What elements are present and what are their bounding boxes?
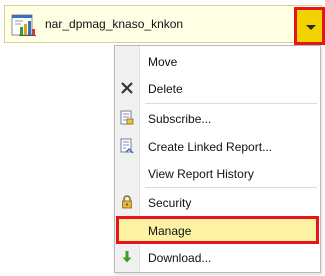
menu-separator xyxy=(145,187,317,188)
menu-item-delete[interactable]: Delete xyxy=(115,75,320,101)
menu-item-label: Download... xyxy=(148,251,212,265)
linked-report-icon xyxy=(120,138,134,154)
menu-item-download[interactable]: Download... xyxy=(115,244,320,270)
subscribe-icon xyxy=(120,110,134,126)
menu-item-security[interactable]: Security xyxy=(115,189,320,215)
report-item-bar[interactable]: nar_dpmag_knaso_knkon xyxy=(4,5,325,45)
menu-item-move[interactable]: Move xyxy=(115,48,320,74)
report-name[interactable]: nar_dpmag_knaso_knkon xyxy=(45,17,183,31)
menu-item-label: Move xyxy=(148,55,178,69)
lock-icon xyxy=(120,194,134,210)
menu-item-label: Create Linked Report... xyxy=(148,140,273,154)
item-menu-dropdown-button[interactable] xyxy=(294,7,325,45)
menu-item-label: Manage xyxy=(148,224,192,238)
item-context-menu: Move Delete Subscribe... Create Linked R… xyxy=(114,45,321,273)
menu-item-create-linked-report[interactable]: Create Linked Report... xyxy=(115,133,320,159)
menu-item-label: Subscribe... xyxy=(148,112,212,126)
report-chart-icon xyxy=(11,12,37,38)
menu-item-label: Security xyxy=(148,196,192,210)
menu-item-label: View Report History xyxy=(148,167,254,181)
menu-item-subscribe[interactable]: Subscribe... xyxy=(115,105,320,131)
menu-separator xyxy=(145,103,317,104)
menu-item-label: Delete xyxy=(148,82,183,96)
download-arrow-icon xyxy=(120,249,134,265)
menu-item-view-report-history[interactable]: View Report History xyxy=(115,160,320,186)
menu-item-manage[interactable]: Manage xyxy=(116,216,319,244)
chevron-down-icon xyxy=(306,25,316,30)
close-icon xyxy=(120,80,134,96)
